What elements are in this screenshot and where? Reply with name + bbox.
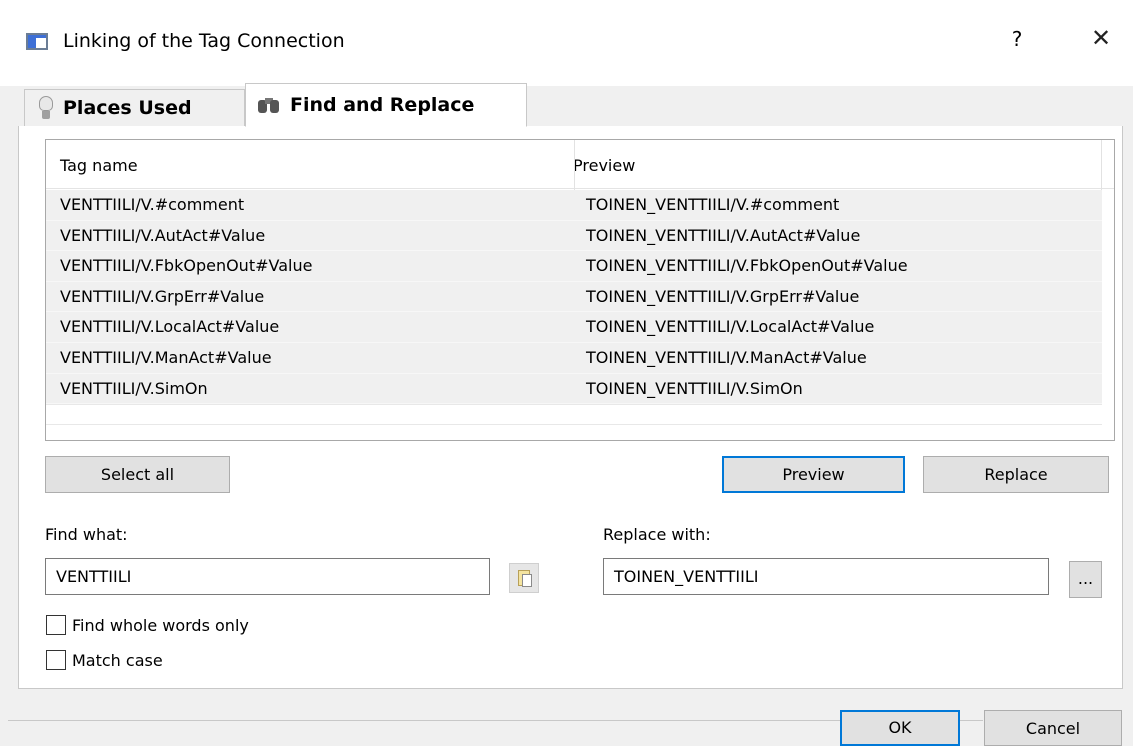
- preview-button[interactable]: Preview: [722, 456, 905, 493]
- cancel-button[interactable]: Cancel: [984, 710, 1122, 746]
- column-header-tag-name[interactable]: Tag name: [60, 156, 138, 175]
- empty-row: [46, 404, 1102, 424]
- cell-tag-name: VENTTIILI/V.ManAct#Value: [60, 347, 272, 367]
- find-whole-words-label: Find whole words only: [72, 615, 249, 635]
- ok-button[interactable]: OK: [840, 710, 960, 746]
- light-bulb-icon: [39, 96, 53, 120]
- cell-preview: TOINEN_VENTTIILI/V.GrpErr#Value: [586, 286, 860, 306]
- window-title: Linking of the Tag Connection: [63, 30, 345, 52]
- tag-table[interactable]: Tag name Preview VENTTIILI/V.#comment TOI…: [45, 139, 1115, 441]
- cell-preview: TOINEN_VENTTIILI/V.#comment: [586, 195, 840, 214]
- cell-preview: TOINEN_VENTTIILI/V.LocalAct#Value: [586, 317, 875, 337]
- tab-label: Places Used: [63, 97, 192, 119]
- cell-tag-name: VENTTIILI/V.#comment: [60, 195, 245, 214]
- find-what-input[interactable]: VENTTIILI: [45, 558, 490, 595]
- replace-button[interactable]: Replace: [923, 456, 1109, 493]
- binoculars-icon: [258, 96, 280, 114]
- cell-preview: TOINEN_VENTTIILI/V.AutAct#Value: [586, 225, 861, 245]
- cell-tag-name: VENTTIILI/V.GrpErr#Value: [60, 286, 265, 306]
- table-body: VENTTIILI/V.#comment TOINEN_VENTTIILI/V.#…: [46, 190, 1102, 405]
- table-header: Tag name Preview: [46, 140, 1114, 189]
- close-button[interactable]: ✕: [1087, 24, 1115, 56]
- tab-places-used[interactable]: Places Used: [24, 89, 245, 126]
- table-row[interactable]: VENTTIILI/V.FbkOpenOut#Value TOINEN_VENTT…: [46, 251, 1102, 282]
- browse-button[interactable]: ...: [1069, 561, 1102, 598]
- empty-row: [46, 424, 1102, 440]
- cell-tag-name: VENTTIILI/V.LocalAct#Value: [60, 317, 280, 337]
- find-whole-words-checkbox[interactable]: [46, 615, 66, 635]
- cell-tag-name: VENTTIILI/V.FbkOpenOut#Value: [60, 256, 313, 276]
- table-row[interactable]: VENTTIILI/V.LocalAct#Value TOINEN_VENTTII…: [46, 312, 1102, 343]
- help-button[interactable]: ?: [1005, 27, 1029, 55]
- tab-find-and-replace[interactable]: Find and Replace: [245, 83, 527, 127]
- footer-divider: [960, 720, 983, 721]
- column-header-preview[interactable]: Preview: [573, 156, 635, 175]
- match-case-checkbox[interactable]: [46, 650, 66, 670]
- title-bar: Linking of the Tag Connection ? ✕: [0, 0, 1133, 86]
- cell-tag-name: VENTTIILI/V.AutAct#Value: [60, 225, 266, 245]
- cell-preview: TOINEN_VENTTIILI/V.FbkOpenOut#Value: [586, 256, 908, 276]
- table-row[interactable]: VENTTIILI/V.ManAct#Value TOINEN_VENTTIILI…: [46, 342, 1102, 374]
- window-icon: [26, 33, 48, 50]
- select-all-button[interactable]: Select all: [45, 456, 230, 493]
- find-what-label: Find what:: [45, 525, 128, 544]
- match-case-option[interactable]: Match case: [46, 650, 163, 670]
- table-row[interactable]: VENTTIILI/V.#comment TOINEN_VENTTIILI/V.#…: [46, 190, 1102, 221]
- cell-preview: TOINEN_VENTTIILI/V.SimOn: [586, 378, 803, 398]
- cell-tag-name: VENTTIILI/V.SimOn: [60, 378, 208, 398]
- replace-with-label: Replace with:: [603, 525, 711, 544]
- table-row[interactable]: VENTTIILI/V.GrpErr#Value TOINEN_VENTTIILI…: [46, 281, 1102, 313]
- cell-preview: TOINEN_VENTTIILI/V.ManAct#Value: [586, 347, 867, 367]
- footer-divider: [8, 720, 840, 721]
- find-whole-words-option[interactable]: Find whole words only: [46, 615, 249, 635]
- table-row[interactable]: VENTTIILI/V.AutAct#Value TOINEN_VENTTIILI…: [46, 220, 1102, 252]
- match-case-label: Match case: [72, 650, 163, 670]
- tab-label: Find and Replace: [290, 94, 475, 116]
- table-row[interactable]: VENTTIILI/V.SimOn TOINEN_VENTTIILI/V.SimO…: [46, 373, 1102, 405]
- replace-with-input[interactable]: TOINEN_VENTTIILI: [603, 558, 1049, 595]
- paste-clipboard-icon[interactable]: [509, 563, 539, 593]
